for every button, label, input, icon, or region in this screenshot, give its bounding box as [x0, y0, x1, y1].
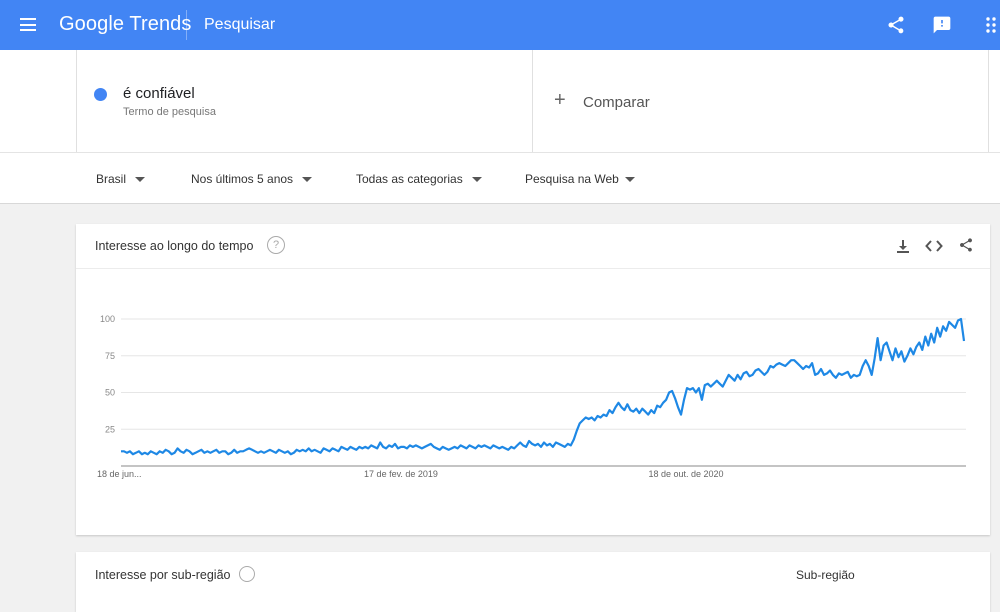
y-tick-label: 25 — [105, 424, 115, 434]
chevron-down-icon — [624, 177, 635, 183]
region-filter-label: Brasil — [96, 172, 127, 186]
series-line[interactable] — [121, 317, 966, 456]
share-icon[interactable] — [958, 237, 974, 253]
apps-icon[interactable] — [986, 17, 1000, 33]
help-icon[interactable]: ? — [267, 236, 285, 254]
logo-google-text: Google — [59, 13, 125, 35]
share-icon[interactable] — [886, 15, 906, 35]
interest-by-subregion-card: Interesse por sub-região Sub-região — [76, 552, 990, 612]
term-name[interactable]: é confiável — [123, 85, 195, 102]
compare-label: Comparar — [583, 94, 650, 111]
search-term-card[interactable]: é confiável Termo de pesquisa — [76, 50, 533, 152]
logo-trends-text: Trends — [129, 13, 192, 35]
embed-icon[interactable] — [925, 238, 943, 254]
region-filter[interactable]: Brasil — [96, 172, 146, 186]
compare-button[interactable]: + Comparar — [533, 50, 989, 152]
top-app-bar: Google Trends Pesquisar — [0, 0, 1000, 50]
google-trends-logo[interactable]: Google Trends — [59, 13, 192, 36]
y-tick-label: 100 — [100, 314, 115, 324]
header-divider — [186, 10, 187, 40]
page-title: Pesquisar — [204, 16, 276, 33]
card-title: Interesse ao longo do tempo — [95, 239, 254, 253]
interest-line-chart[interactable]: 25 50 75 100 18 de jun... 17 de fev. de 2019 1… — [76, 268, 990, 535]
interest-over-time-card: Interesse ao longo do tempo ? 25 50 75 100 1… — [76, 224, 990, 535]
card2-title: Interesse por sub-região — [95, 568, 231, 582]
chevron-down-icon — [471, 177, 482, 183]
category-filter-label: Todas as categorias — [356, 172, 463, 186]
search-terms-bar: é confiável Termo de pesquisa + Comparar — [0, 50, 1000, 152]
filter-bar: Brasil Nos últimos 5 anos Todas as categ… — [0, 152, 1000, 204]
card-header: Interesse ao longo do tempo ? — [76, 224, 990, 269]
period-filter[interactable]: Nos últimos 5 anos — [191, 172, 313, 186]
search-type-filter-label: Pesquisa na Web — [525, 172, 619, 186]
feedback-icon[interactable] — [932, 15, 952, 35]
term-type: Termo de pesquisa — [123, 106, 216, 118]
x-tick-label: 17 de fev. de 2019 — [364, 469, 438, 479]
y-tick-label: 50 — [105, 388, 115, 398]
help-icon[interactable] — [239, 566, 255, 582]
chevron-down-icon — [135, 177, 146, 183]
subregion-select[interactable]: Sub-região — [796, 568, 855, 582]
category-filter[interactable]: Todas as categorias — [356, 172, 482, 186]
period-filter-label: Nos últimos 5 anos — [191, 172, 294, 186]
download-icon[interactable] — [895, 238, 911, 254]
x-tick-label: 18 de out. de 2020 — [648, 469, 723, 479]
y-tick-label: 75 — [105, 351, 115, 361]
plus-icon: + — [554, 89, 566, 111]
chevron-down-icon — [302, 177, 313, 183]
term-color-dot — [94, 88, 107, 101]
search-type-filter[interactable]: Pesquisa na Web — [525, 172, 635, 186]
x-tick-label: 18 de jun... — [97, 469, 142, 479]
menu-icon[interactable] — [20, 18, 36, 31]
